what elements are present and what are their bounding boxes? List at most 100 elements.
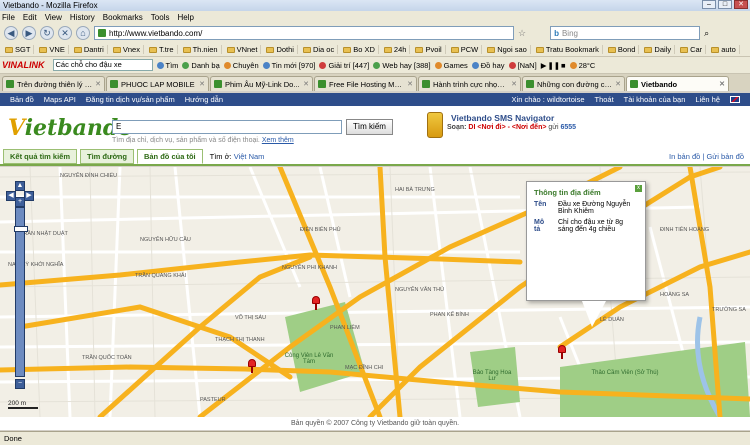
tab-close-icon[interactable]: ✕ [511,80,517,88]
browser-tab-3[interactable]: Free File Hosting Ma... ✕ [314,76,417,91]
tab-close-icon[interactable]: ✕ [95,80,101,88]
uk-flag-icon[interactable] [730,96,740,103]
menu-history[interactable]: History [70,13,95,22]
site-nav-contact[interactable]: Liên hệ [695,95,720,104]
search-icon[interactable]: ⌕ [704,28,709,39]
site-nav-maps[interactable]: Bản đồ [10,95,34,104]
menu-file[interactable]: File [2,13,15,22]
bookmark-18[interactable]: auto [708,45,740,54]
web-search-input[interactable]: b Bing [550,26,701,40]
print-send-map-links[interactable]: In bản đồ | Gửi bản đồ [669,152,744,161]
site-tabs: Kết quả tìm kiếm Tìm đường Bản đồ của tô… [0,149,750,166]
bookmark-label: SGT [15,45,31,54]
zoom-in-icon[interactable]: + [15,197,25,207]
browser-tab-0[interactable]: Trên đường thiên lý v... ✕ [2,76,105,91]
bookmark-14[interactable]: Tratu Bookmark [533,45,603,54]
popup-close-icon[interactable]: x [635,185,642,192]
zoom-slider-handle[interactable] [14,226,28,232]
bookmark-15[interactable]: Bond [605,45,640,54]
site-search-input[interactable]: E [112,120,342,134]
bookmark-6[interactable]: VNnet [224,45,262,54]
pan-up-icon[interactable]: ▲ [15,181,25,191]
bookmark-1[interactable]: VNE [36,45,69,54]
bookmark-11[interactable]: Pvoil [412,45,446,54]
parking-pin-2[interactable] [248,359,256,373]
tab-close-icon[interactable]: ✕ [407,80,413,88]
bookmark-0[interactable]: SGT [2,45,35,54]
pause-icon[interactable]: ❚❚ [547,61,560,70]
back-icon[interactable]: ◀ [4,26,18,40]
browser-tab-5[interactable]: Những con đường có... ✕ [522,76,625,91]
maximize-button[interactable]: □ [718,0,732,9]
vinalink-search-input[interactable]: Các chỗ cho đậu xe [52,59,153,71]
vinalink-item-nan[interactable]: [NaN] [508,61,537,70]
see-more-link[interactable]: Xem thêm [262,137,294,144]
parking-pin-1[interactable] [312,296,320,310]
menu-help[interactable]: Help [177,13,193,22]
vinalink-item-doahay[interactable]: Đồ hay [471,61,505,70]
site-nav-post-service[interactable]: Đăng tin dịch vụ/sản phẩm [86,95,175,104]
tab-close-icon[interactable]: ✕ [303,80,309,88]
menu-bookmarks[interactable]: Bookmarks [103,13,143,22]
stop-icon[interactable]: ✕ [58,26,72,40]
vinalink-item-entertainment[interactable]: Giải trí [447] [319,61,369,70]
site-search-button[interactable]: Tìm kiếm [346,119,393,135]
star-icon[interactable]: ☆ [518,28,526,39]
stop-media-icon[interactable]: ■ [561,61,566,70]
mail-icon [508,61,516,69]
bookmark-2[interactable]: Dantri [71,45,108,54]
vinalink-item-search[interactable]: Tìm [156,61,178,70]
reload-icon[interactable]: ↻ [40,26,54,40]
menu-tools[interactable]: Tools [151,13,170,22]
tab-close-icon[interactable]: ✕ [719,80,725,88]
browser-tab-6[interactable]: Vietbando ✕ [626,76,729,91]
tab-close-icon[interactable]: ✕ [615,80,621,88]
browser-tab-4[interactable]: Hành trình cực nhọc ... ✕ [418,76,521,91]
phone-icon [427,112,443,138]
site-nav-maps-api[interactable]: Maps API [44,95,76,104]
browser-tab-2[interactable]: Phim Âu Mỹ-Link Do... ✕ [210,76,313,91]
vinalink-item-webhay[interactable]: Web hay [388] [373,61,431,70]
street-label-dinh-tien-hoang: ĐINH TIÊN HOÀNG [660,227,710,233]
bookmark-17[interactable]: Car [677,45,707,54]
vinalink-item-games[interactable]: Games [434,61,468,70]
vinalink-item-directory[interactable]: Danh bạ [182,61,220,70]
parking-pin-3[interactable] [558,345,566,359]
tab-close-icon[interactable]: ✕ [199,80,205,88]
home-icon[interactable]: ⌂ [76,26,90,40]
menu-view[interactable]: View [45,13,62,22]
pan-right-icon[interactable]: ▶ [24,191,34,201]
tab-my-map[interactable]: Bản đồ của tôi [136,149,203,164]
minimize-button[interactable]: – [702,0,716,9]
url-bar[interactable]: http://www.vietbando.com/ [94,26,514,40]
tab-search-results[interactable]: Kết quả tìm kiếm [3,149,78,164]
site-nav-logout[interactable]: Thoát [594,95,613,104]
forward-icon[interactable]: ▶ [22,26,36,40]
search-location-value[interactable]: Việt Nam [234,152,265,161]
bookmark-3[interactable]: Vnex [110,45,144,54]
bookmark-16[interactable]: Daily [641,45,676,54]
vinalink-item-news[interactable]: Tin mới [970] [262,61,315,70]
menu-edit[interactable]: Edit [23,13,37,22]
map-canvas[interactable]: NGUYỄN ĐÌNH CHIỂU TRẦN QUANG KHẢI NGUYỄN… [0,167,750,417]
popup-name-value: Đầu xe Đường Nguyễn Bỉnh Khiêm [558,201,631,215]
bookmark-12[interactable]: PCW [448,45,483,54]
close-window-button[interactable]: ✕ [734,0,748,9]
bookmark-10[interactable]: 24h [381,45,411,54]
tab-directions[interactable]: Tìm đường [80,149,134,164]
bookmark-13[interactable]: Ngoi sao [484,45,531,54]
zoom-out-icon[interactable]: − [15,379,25,389]
vinalink-media-controls[interactable]: ▶ ❚❚ ■ [541,61,566,70]
site-nav-guide[interactable]: Hướng dẫn [185,95,223,104]
bookmark-8[interactable]: Dia oc [300,45,339,54]
bookmark-9[interactable]: Bo XD [340,45,379,54]
zoom-slider[interactable] [14,207,28,377]
play-icon[interactable]: ▶ [541,61,547,70]
vinalink-item-topics[interactable]: Chuyên [223,61,259,70]
site-nav-account[interactable]: Tài khoản của bạn [624,95,686,104]
browser-tab-1[interactable]: PHUOC LAP MOBILE ✕ [106,76,209,91]
bookmark-5[interactable]: Th.nien [180,45,222,54]
bookmark-7[interactable]: Dothi [263,45,298,54]
bookmark-4[interactable]: T.tre [146,45,178,54]
tab-favicon-icon [526,80,534,88]
